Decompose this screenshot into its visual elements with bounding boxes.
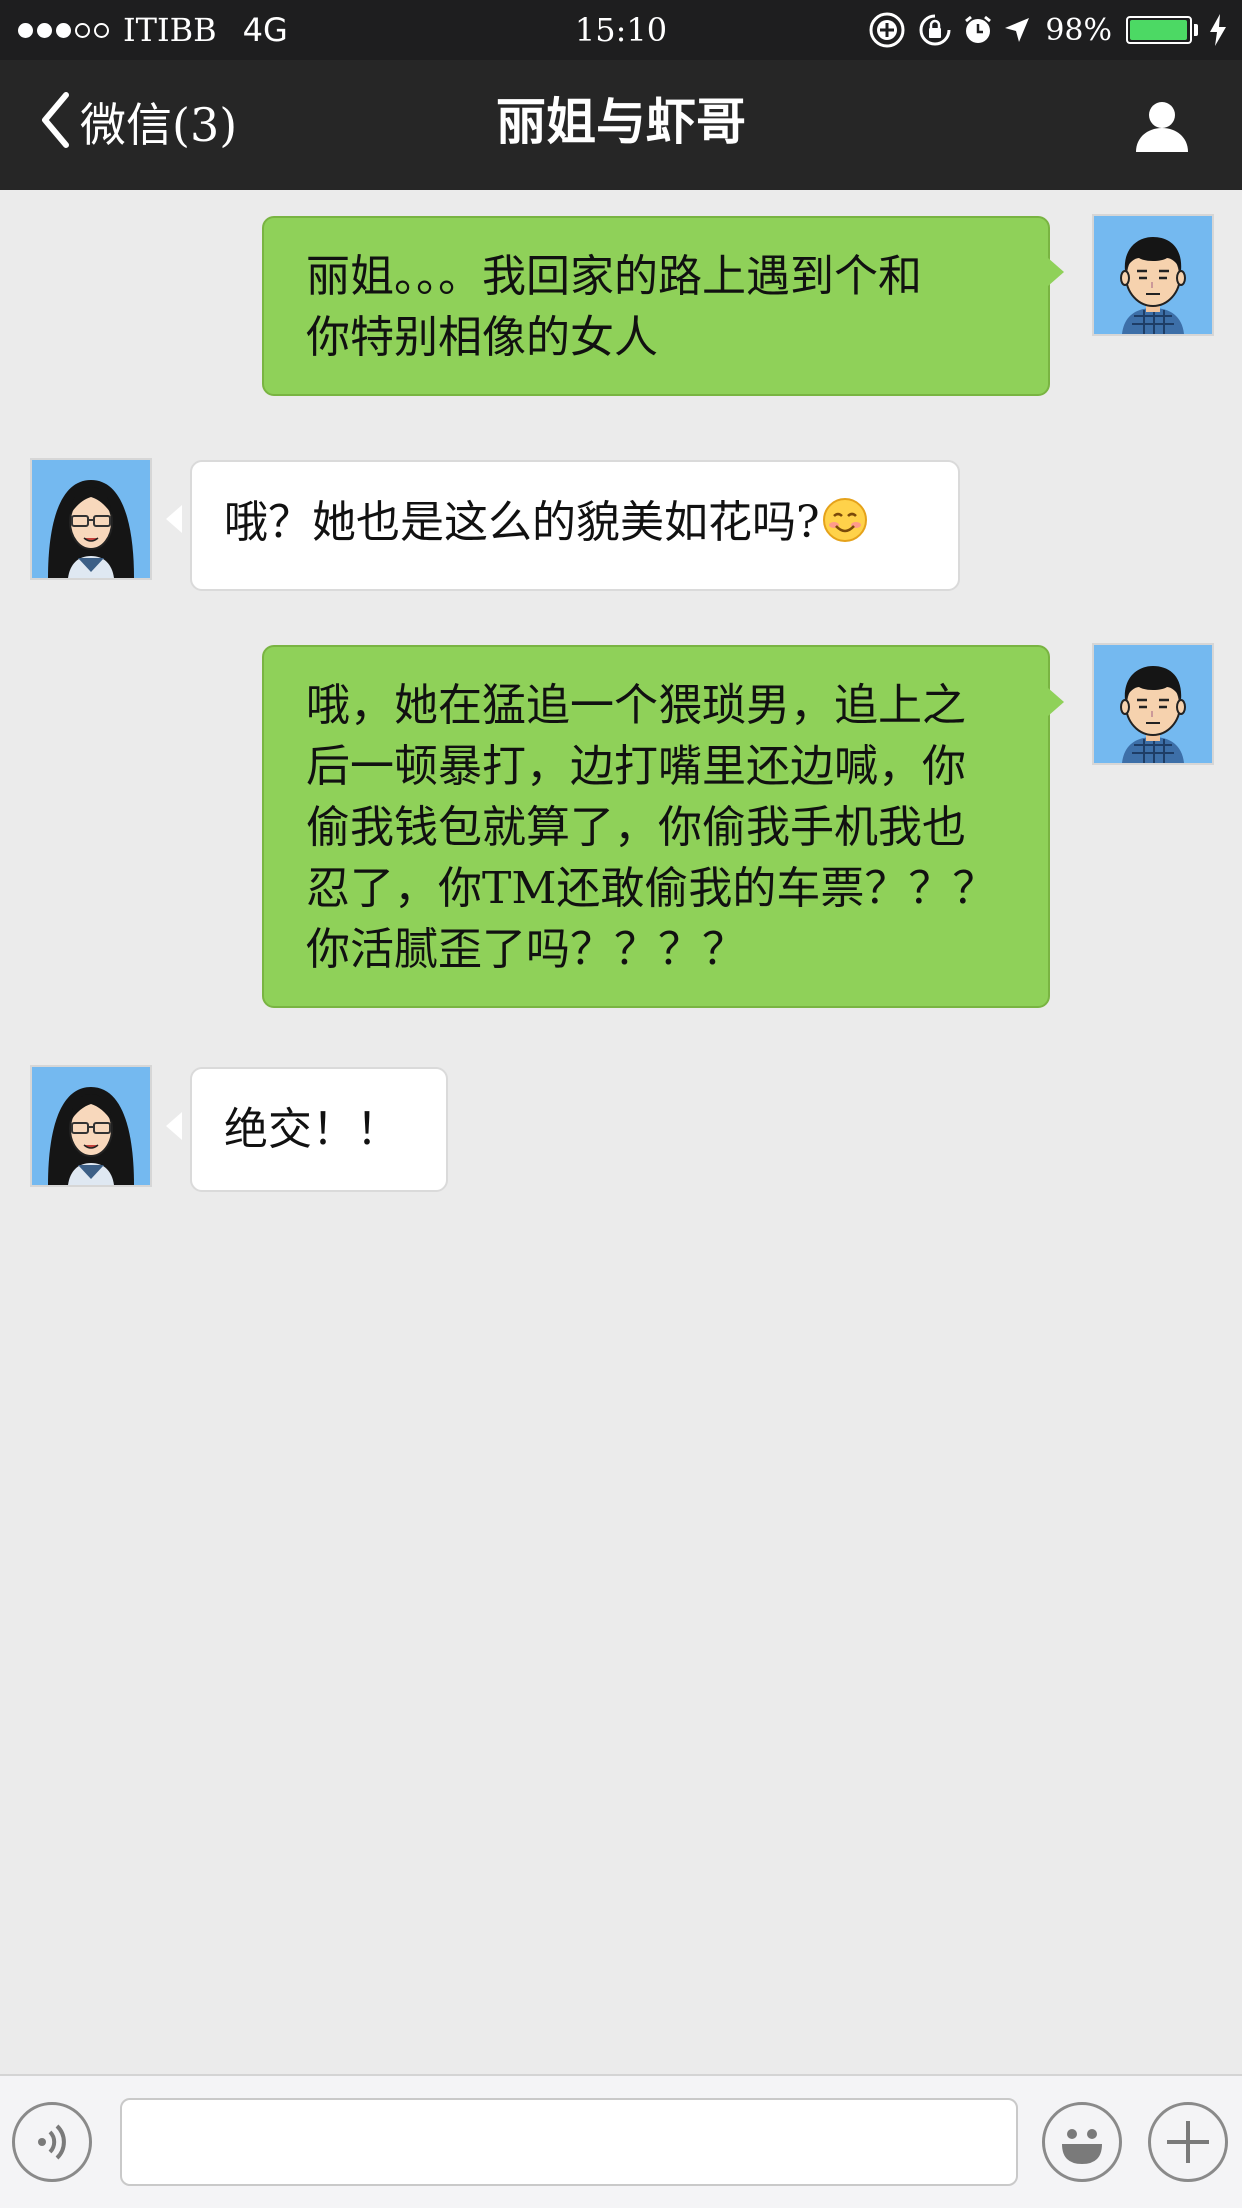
battery-level-fill xyxy=(1130,20,1187,40)
smiley-icon xyxy=(1062,2129,1102,2164)
smiling-face-emoji-icon xyxy=(822,497,868,559)
input-bar xyxy=(0,2074,1242,2208)
message-line: 你活腻歪了吗？？？？ xyxy=(306,924,746,975)
status-bar-right: 98% xyxy=(857,8,1228,52)
message-line: 哦，她在猛追一个猥琐男，追上之 xyxy=(306,680,966,731)
person-icon xyxy=(1136,102,1188,152)
vpn-icon xyxy=(867,10,907,50)
battery-tip xyxy=(1194,24,1198,36)
message-input[interactable] xyxy=(120,2098,1018,2186)
message-bubble-sent[interactable]: 丽姐。。。我回家的路上遇到个和 你特别相像的女人 xyxy=(262,216,1050,396)
male-avatar-icon xyxy=(1094,645,1212,763)
charging-bolt-icon xyxy=(1208,14,1228,46)
navigation-bar: 微信(3) 丽姐与虾哥 xyxy=(0,60,1242,190)
bubble-tail xyxy=(1048,688,1064,716)
back-button[interactable]: 微信(3) xyxy=(40,90,237,154)
message-line: 后一顿暴打，边打嘴里还边喊，你 xyxy=(306,741,966,792)
voice-icon xyxy=(38,2124,66,2160)
more-button[interactable] xyxy=(1148,2102,1228,2182)
avatar-other[interactable] xyxy=(30,458,152,580)
female-avatar-icon xyxy=(32,460,150,578)
alarm-icon xyxy=(963,14,993,46)
message-line: 忍了，你TM还敢偷我的车票？？？ xyxy=(306,863,997,914)
bubble-tail xyxy=(166,1112,182,1140)
chevron-left-icon xyxy=(40,91,70,153)
message-line: 你特别相像的女人 xyxy=(306,312,658,363)
battery-icon xyxy=(1126,16,1192,44)
status-bar: ITIBB 4G 15:10 98% xyxy=(0,0,1242,60)
bubble-tail xyxy=(1048,258,1064,286)
message-text: 绝交！！ xyxy=(224,1104,400,1155)
message-text: 哦？她也是这么的貌美如花吗? xyxy=(224,497,820,548)
message-line: 丽姐。。。我回家的路上遇到个和 xyxy=(306,251,922,302)
message-bubble-received[interactable]: 哦？她也是这么的貌美如花吗? xyxy=(190,460,960,591)
location-arrow-icon xyxy=(1003,16,1031,44)
avatar-me[interactable] xyxy=(1092,214,1214,336)
battery-percentage: 98% xyxy=(1045,12,1112,48)
plus-icon xyxy=(1167,2121,1209,2163)
emoji-button[interactable] xyxy=(1042,2102,1122,2182)
male-avatar-icon xyxy=(1094,216,1212,334)
rotation-lock-icon xyxy=(917,12,953,48)
back-label: 微信(3) xyxy=(80,98,238,152)
message-bubble-received[interactable]: 绝交！！ xyxy=(190,1067,448,1192)
female-avatar-icon xyxy=(32,1067,150,1185)
bubble-tail xyxy=(166,505,182,533)
message-bubble-sent[interactable]: 哦，她在猛追一个猥琐男，追上之 后一顿暴打，边打嘴里还边喊，你 偷我钱包就算了，… xyxy=(262,645,1050,1008)
voice-button[interactable] xyxy=(12,2102,92,2182)
chat-info-button[interactable] xyxy=(1132,96,1192,156)
avatar-other[interactable] xyxy=(30,1065,152,1187)
message-line: 偷我钱包就算了，你偷我手机我也 xyxy=(306,802,966,853)
avatar-me[interactable] xyxy=(1092,643,1214,765)
